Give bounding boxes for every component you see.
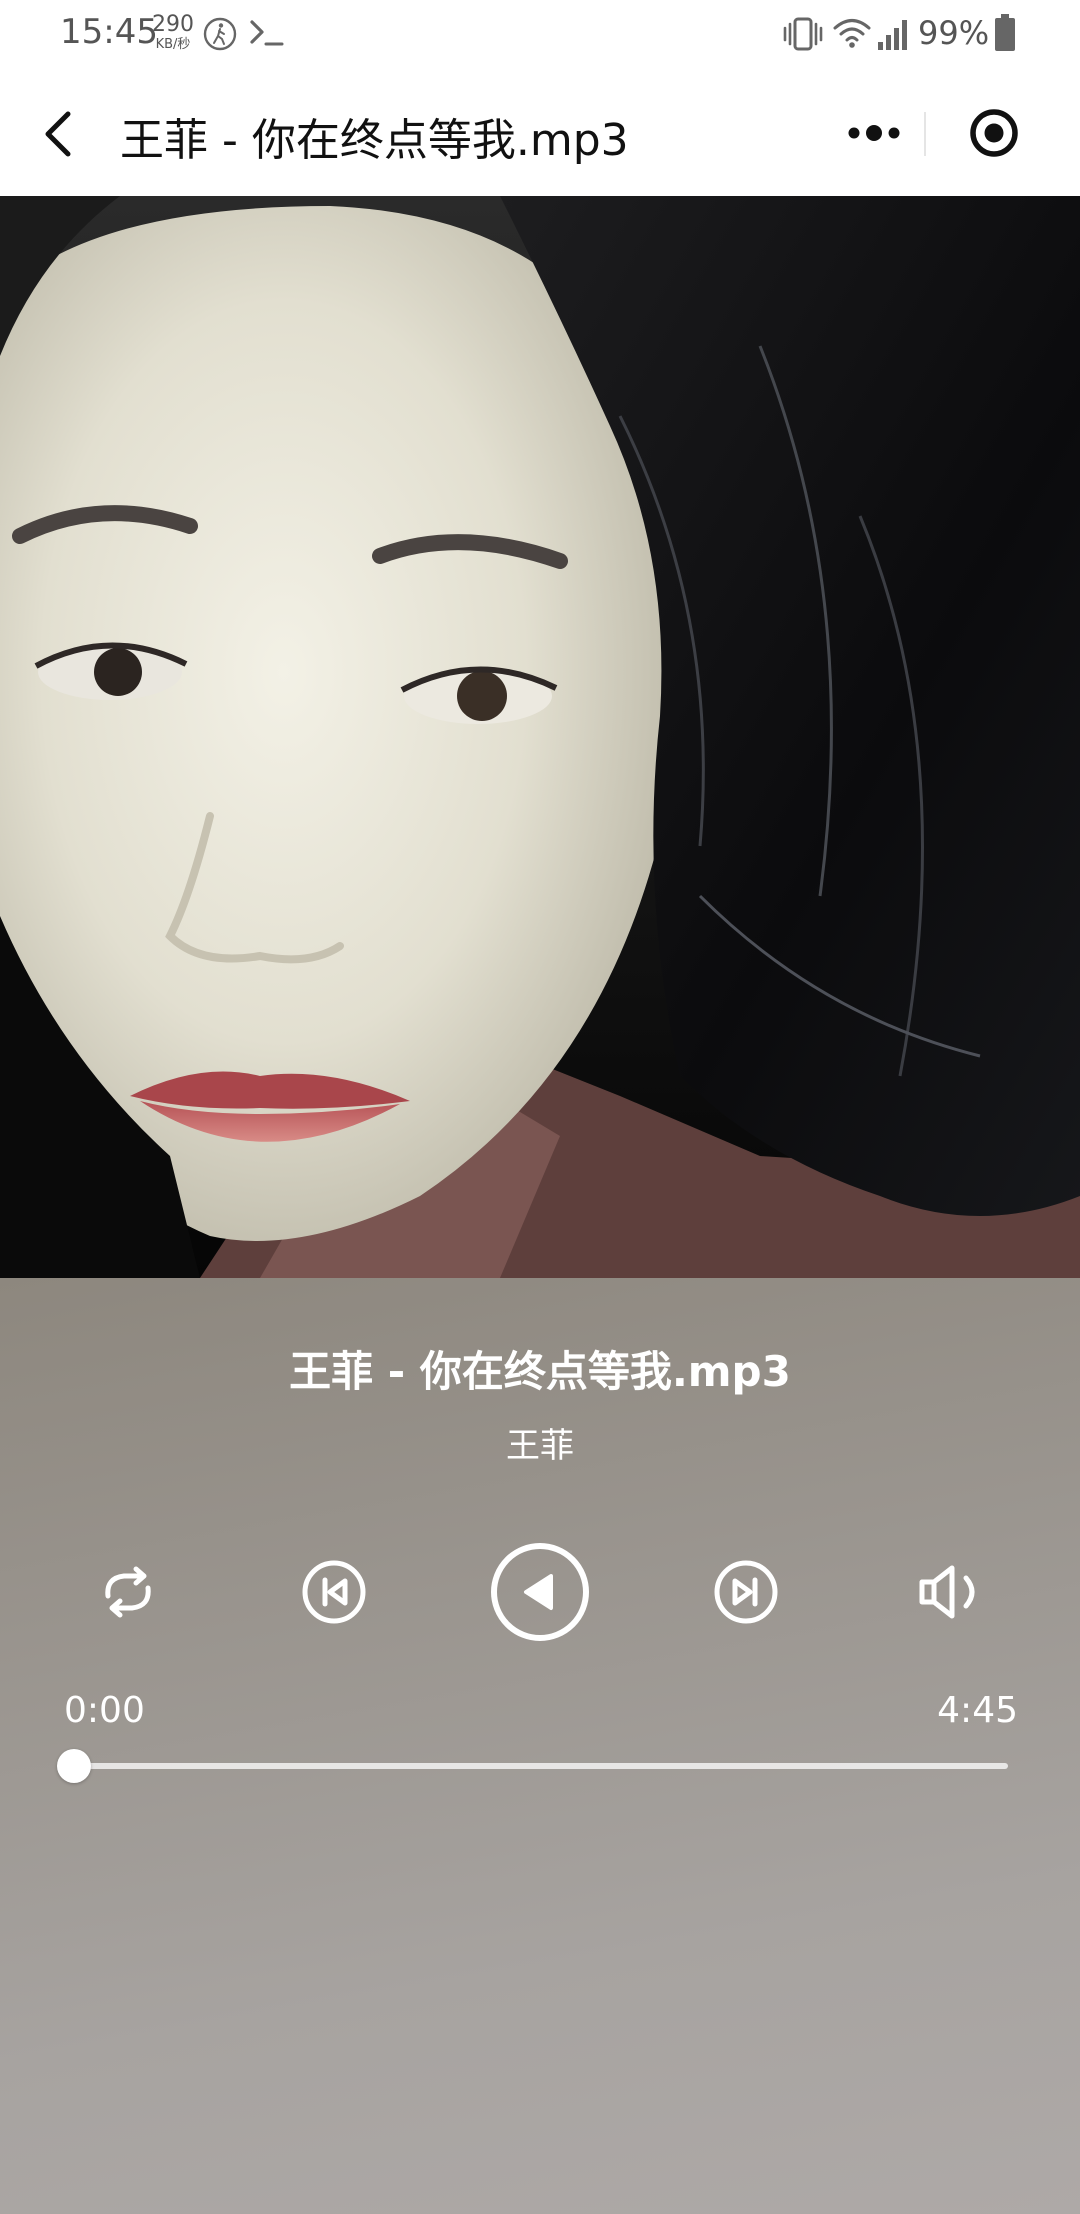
progress-thumb[interactable]: [57, 1749, 91, 1783]
status-bar: 15:45 290 KB/秒 99%: [0, 0, 1080, 70]
network-speed-value: 290: [152, 12, 194, 37]
play-icon: [491, 1543, 589, 1641]
player-panel: 王菲 - 你在终点等我.mp3 王菲 0:00 4:45: [0, 1278, 1080, 2214]
cell-signal-icon: [878, 20, 907, 50]
network-speed-unit: KB/秒: [155, 37, 191, 52]
back-button[interactable]: [36, 106, 84, 162]
previous-button[interactable]: [298, 1556, 370, 1628]
current-time: 0:00: [64, 1690, 145, 1731]
music-player-screen: 15:45 290 KB/秒 99% 王菲 - 你在终点等我.mp3 王菲 - …: [0, 0, 1080, 2214]
total-time: 4:45: [937, 1690, 1018, 1731]
album-cover: [0, 196, 1080, 1278]
battery-icon: [995, 14, 1015, 51]
next-button[interactable]: [710, 1556, 782, 1628]
previous-icon: [302, 1560, 366, 1624]
nav-bar: 王菲 - 你在终点等我.mp3: [0, 70, 1080, 196]
volume-button[interactable]: [916, 1556, 988, 1628]
volume-icon: [919, 1565, 975, 1619]
song-title: 王菲 - 你在终点等我.mp3: [289, 1347, 791, 1396]
vibrate-icon: [783, 17, 823, 51]
page-title: 王菲 - 你在终点等我.mp3: [120, 115, 629, 166]
step-counter-icon: [203, 17, 237, 51]
next-icon: [714, 1560, 778, 1624]
close-mini-program-button[interactable]: [936, 90, 1054, 176]
more-button[interactable]: [814, 90, 934, 176]
capsule-divider: [924, 112, 926, 156]
status-time: 15:45: [60, 12, 158, 52]
mini-program-capsule: [814, 90, 1054, 176]
loop-button[interactable]: [92, 1556, 164, 1628]
play-button[interactable]: [488, 1540, 592, 1644]
loop-icon: [105, 1566, 151, 1618]
wifi-icon: [833, 19, 871, 48]
song-artist: 王菲: [506, 1426, 574, 1466]
album-cover-art: [0, 196, 1080, 1278]
progress-bar[interactable]: [57, 1749, 1008, 1783]
terminal-icon: [250, 20, 284, 46]
network-speed: 290 KB/秒: [152, 12, 194, 52]
battery-percent: 99%: [918, 14, 990, 52]
